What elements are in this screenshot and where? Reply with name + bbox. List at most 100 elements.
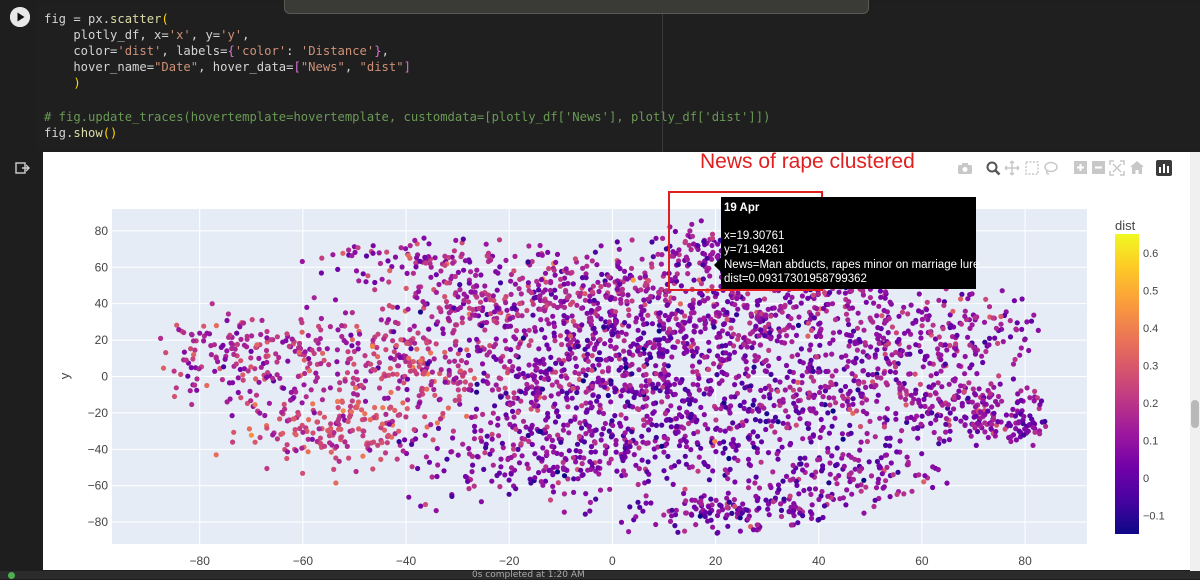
scatter-point[interactable] <box>622 372 628 379</box>
scatter-point[interactable] <box>411 323 417 329</box>
scatter-point[interactable] <box>629 361 635 367</box>
scatter-point[interactable] <box>774 451 780 457</box>
scatter-point[interactable] <box>429 314 435 320</box>
scatter-point[interactable] <box>916 291 922 297</box>
scatter-point[interactable] <box>797 387 803 393</box>
scatter-point[interactable] <box>451 248 457 254</box>
scatter-point[interactable] <box>310 401 316 407</box>
scatter-point[interactable] <box>753 323 759 329</box>
scatter-point[interactable] <box>188 331 195 337</box>
scatter-point[interactable] <box>579 275 586 281</box>
scatter-point[interactable] <box>230 439 236 445</box>
scatter-point[interactable] <box>264 425 270 431</box>
scatter-point[interactable] <box>670 344 676 350</box>
scatter-point[interactable] <box>676 459 682 465</box>
scatter-point[interactable] <box>846 343 852 349</box>
scatter-point[interactable] <box>672 463 678 469</box>
scatter-point[interactable] <box>717 356 723 362</box>
scatter-point[interactable] <box>993 325 1000 331</box>
scatter-point[interactable] <box>402 437 408 443</box>
scatter-point[interactable] <box>485 380 491 386</box>
scatter-point[interactable] <box>696 454 702 460</box>
scatter-point[interactable] <box>1013 326 1019 332</box>
scatter-point[interactable] <box>459 320 465 326</box>
scatter-point[interactable] <box>513 426 519 432</box>
scatter-point[interactable] <box>386 421 392 427</box>
scatter-point[interactable] <box>973 442 979 448</box>
scatter-point[interactable] <box>656 328 662 334</box>
scatter-point[interactable] <box>1019 296 1025 302</box>
scatter-point[interactable] <box>390 338 396 344</box>
scatter-point[interactable] <box>924 299 930 305</box>
scatter-point[interactable] <box>645 478 652 484</box>
scatter-point[interactable] <box>297 425 303 432</box>
scatter-point[interactable] <box>318 270 324 276</box>
scatter-point[interactable] <box>694 369 700 375</box>
scatter-point[interactable] <box>478 428 484 434</box>
scatter-point[interactable] <box>426 241 432 247</box>
scatter-point[interactable] <box>701 391 707 397</box>
scatter-point[interactable] <box>702 509 708 515</box>
scatter-point[interactable] <box>672 391 678 397</box>
scatter-point[interactable] <box>625 292 631 298</box>
scatter-point[interactable] <box>691 329 698 335</box>
scatter-point[interactable] <box>833 368 839 374</box>
scatter-point[interactable] <box>800 436 806 442</box>
scatter-point[interactable] <box>566 430 572 436</box>
modebar[interactable] <box>958 160 1172 176</box>
scatter-point[interactable] <box>872 497 878 503</box>
scatter-point[interactable] <box>873 485 880 491</box>
scatter-point[interactable] <box>784 333 790 339</box>
scatter-point[interactable] <box>707 510 713 516</box>
scatter-point[interactable] <box>390 371 396 377</box>
scatter-point[interactable] <box>302 349 308 355</box>
scatter-point[interactable] <box>879 313 885 319</box>
scatter-point[interactable] <box>954 332 960 338</box>
scatter-point[interactable] <box>449 493 455 499</box>
scatter-point[interactable] <box>335 405 341 411</box>
scatter-point[interactable] <box>565 404 571 410</box>
scatter-point[interactable] <box>452 397 458 403</box>
scatter-point[interactable] <box>349 310 355 316</box>
scatter-point[interactable] <box>650 410 656 416</box>
scatter-point[interactable] <box>1012 413 1019 419</box>
scatter-point[interactable] <box>795 322 802 328</box>
scatter-point[interactable] <box>669 507 675 513</box>
scatter-point[interactable] <box>579 403 585 409</box>
scatter-point[interactable] <box>545 375 551 381</box>
scatter-point[interactable] <box>1024 319 1030 325</box>
scatter-point[interactable] <box>886 361 893 367</box>
scatter-point[interactable] <box>299 320 305 326</box>
scatter-point[interactable] <box>860 408 867 414</box>
scatter-point[interactable] <box>599 271 605 277</box>
scatter-point[interactable] <box>762 368 768 374</box>
scatter-point[interactable] <box>234 341 240 347</box>
scatter-point[interactable] <box>936 297 942 303</box>
scatter-point[interactable] <box>398 245 404 251</box>
scatter-point[interactable] <box>379 276 385 282</box>
scatter-point[interactable] <box>721 439 727 445</box>
scatter-point[interactable] <box>537 242 543 249</box>
scatter-point[interactable] <box>634 315 640 321</box>
scatter-point[interactable] <box>847 388 853 394</box>
scatter-point[interactable] <box>457 379 463 385</box>
scatter-point[interactable] <box>363 279 369 285</box>
scatter-point[interactable] <box>630 277 636 283</box>
scatter-point[interactable] <box>965 296 971 302</box>
scatter-point[interactable] <box>213 323 219 329</box>
scatter-point[interactable] <box>525 373 531 379</box>
scatter-point[interactable] <box>866 354 872 360</box>
scatter-point[interactable] <box>795 379 801 385</box>
scatter-point[interactable] <box>178 371 184 377</box>
scatter-point[interactable] <box>611 326 617 332</box>
scatter-point[interactable] <box>732 382 738 388</box>
scatter-point[interactable] <box>588 307 595 314</box>
scatter-point[interactable] <box>806 486 813 492</box>
scatter-point[interactable] <box>716 509 722 515</box>
scatter-point[interactable] <box>508 278 514 284</box>
scatter-point[interactable] <box>608 356 615 362</box>
scatter-point[interactable] <box>683 498 689 504</box>
scatter-point[interactable] <box>702 422 708 428</box>
scatter-point[interactable] <box>482 327 488 333</box>
scatter-point[interactable] <box>808 491 814 497</box>
